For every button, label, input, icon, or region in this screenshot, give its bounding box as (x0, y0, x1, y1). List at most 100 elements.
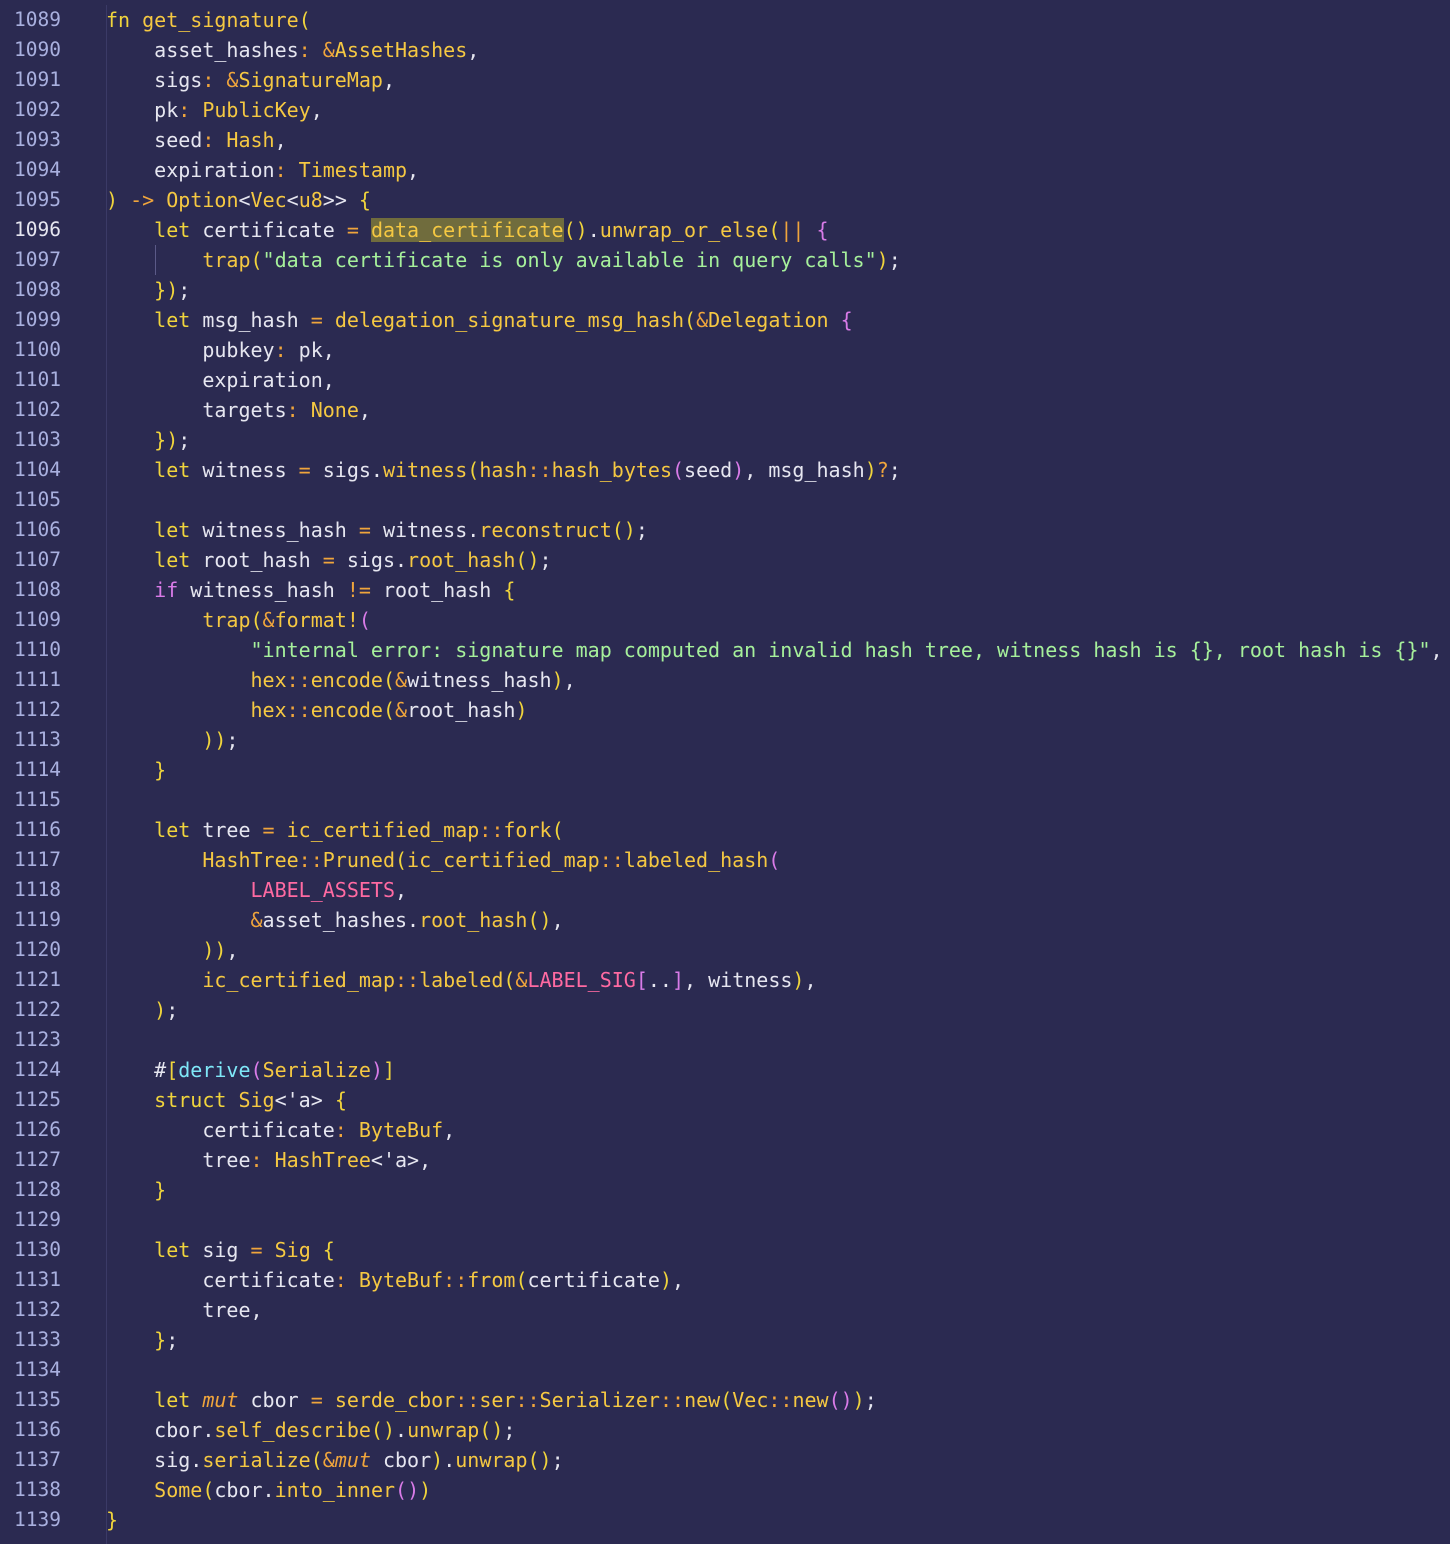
code-text[interactable]: LABEL_ASSETS, (106, 875, 408, 905)
code-line[interactable]: 1118 LABEL_ASSETS, (0, 875, 1450, 905)
code-text[interactable]: &asset_hashes.root_hash(), (106, 905, 564, 935)
code-line[interactable]: 1106 let witness_hash = witness.reconstr… (0, 515, 1450, 545)
code-line[interactable]: 1110 "internal error: signature map comp… (0, 635, 1450, 665)
code-line[interactable]: 1128 } (0, 1175, 1450, 1205)
code-line[interactable]: 1136 cbor.self_describe().unwrap(); (0, 1415, 1450, 1445)
code-line[interactable]: 1095) -> Option<Vec<u8>> { (0, 185, 1450, 215)
code-line[interactable]: 1133 }; (0, 1325, 1450, 1355)
code-line[interactable]: 1122 ); (0, 995, 1450, 1025)
code-text[interactable]: trap(&format!( (106, 605, 371, 635)
code-line[interactable]: 1100 pubkey: pk, (0, 335, 1450, 365)
code-text[interactable]: sig.serialize(&mut cbor).unwrap(); (106, 1445, 563, 1475)
code-line[interactable]: 1134 (0, 1355, 1450, 1385)
code-line[interactable]: 1130 let sig = Sig { (0, 1235, 1450, 1265)
code-text[interactable]: let sig = Sig { (106, 1235, 335, 1265)
code-line[interactable]: 1117 HashTree::Pruned(ic_certified_map::… (0, 845, 1450, 875)
code-line[interactable]: 1096 let certificate = data_certificate(… (0, 215, 1450, 245)
code-line[interactable]: 1139} (0, 1505, 1450, 1535)
code-text[interactable]: struct Sig<'a> { (106, 1085, 347, 1115)
code-text[interactable]: trap("data certificate is only available… (106, 245, 900, 275)
code-text[interactable]: HashTree::Pruned(ic_certified_map::label… (106, 845, 780, 875)
code-line[interactable]: 1097 trap("data certificate is only avai… (0, 245, 1450, 275)
code-text[interactable]: } (106, 1175, 166, 1205)
code-text[interactable]: expiration: Timestamp, (106, 155, 419, 185)
code-line[interactable]: 1121 ic_certified_map::labeled(&LABEL_SI… (0, 965, 1450, 995)
code-line[interactable]: 1112 hex::encode(&root_hash) (0, 695, 1450, 725)
code-text[interactable]: expiration, (106, 365, 334, 395)
code-text[interactable]: let root_hash = sigs.root_hash(); (106, 545, 551, 575)
code-text[interactable]: cbor.self_describe().unwrap(); (106, 1415, 515, 1445)
code-text[interactable]: targets: None, (106, 395, 371, 425)
code-line[interactable]: 1090 asset_hashes: &AssetHashes, (0, 35, 1450, 65)
code-text[interactable]: Some(cbor.into_inner()) (106, 1475, 431, 1505)
code-text[interactable]: let witness_hash = witness.reconstruct()… (106, 515, 648, 545)
code-text[interactable]: fn get_signature( (106, 5, 311, 35)
code-line[interactable]: 1114 } (0, 755, 1450, 785)
code-text[interactable]: ) -> Option<Vec<u8>> { (106, 185, 371, 215)
code-line[interactable]: 1107 let root_hash = sigs.root_hash(); (0, 545, 1450, 575)
code-line[interactable]: 1115 (0, 785, 1450, 815)
code-line[interactable]: 1131 certificate: ByteBuf::from(certific… (0, 1265, 1450, 1295)
code-line[interactable]: 1125 struct Sig<'a> { (0, 1085, 1450, 1115)
code-line[interactable]: 1094 expiration: Timestamp, (0, 155, 1450, 185)
code-line[interactable]: 1132 tree, (0, 1295, 1450, 1325)
code-text[interactable]: }); (106, 275, 190, 305)
code-line[interactable]: 1135 let mut cbor = serde_cbor::ser::Ser… (0, 1385, 1450, 1415)
code-text[interactable]: let certificate = data_certificate().unw… (106, 215, 829, 245)
code-line[interactable]: 1113 )); (0, 725, 1450, 755)
code-line[interactable]: 1108 if witness_hash != root_hash { (0, 575, 1450, 605)
code-editor[interactable]: 1089 fn get_signature(1090 asset_hashes: … (0, 0, 1450, 1544)
code-line[interactable]: 1109 trap(&format!( (0, 605, 1450, 635)
code-text[interactable]: seed: Hash, (106, 125, 286, 155)
code-line[interactable]: 1111 hex::encode(&witness_hash), (0, 665, 1450, 695)
code-line[interactable]: 1104 let witness = sigs.witness(hash::ha… (0, 455, 1450, 485)
code-text[interactable]: hex::encode(&witness_hash), (106, 665, 576, 695)
line-number: 1104 (14, 458, 61, 481)
code-line[interactable]: 1098 }); (0, 275, 1450, 305)
code-line[interactable]: 1105 (0, 485, 1450, 515)
code-line[interactable]: 1102 targets: None, (0, 395, 1450, 425)
code-text[interactable]: }); (106, 425, 190, 455)
code-text[interactable]: sigs: &SignatureMap, (106, 65, 395, 95)
code-text[interactable]: certificate: ByteBuf, (106, 1115, 455, 1145)
code-line[interactable]: 1103 }); (0, 425, 1450, 455)
code-text[interactable]: if witness_hash != root_hash { (106, 575, 515, 605)
code-text[interactable]: let msg_hash = delegation_signature_msg_… (106, 305, 852, 335)
code-text[interactable]: } (106, 1505, 118, 1535)
code-line[interactable]: 1120 )), (0, 935, 1450, 965)
code-line[interactable]: 1129 (0, 1205, 1450, 1235)
code-line[interactable]: 1119 &asset_hashes.root_hash(), (0, 905, 1450, 935)
code-text[interactable]: let witness = sigs.witness(hash::hash_by… (106, 455, 901, 485)
code-line[interactable]: 1092 pk: PublicKey, (0, 95, 1450, 125)
code-text[interactable]: ic_certified_map::labeled(&LABEL_SIG[..]… (106, 965, 816, 995)
code-line[interactable]: 1099 let msg_hash = delegation_signature… (0, 305, 1450, 335)
code-text[interactable]: let tree = ic_certified_map::fork( (106, 815, 563, 845)
code-text[interactable]: )); (106, 725, 238, 755)
code-line[interactable]: 1127 tree: HashTree<'a>, (0, 1145, 1450, 1175)
code-text[interactable]: hex::encode(&root_hash) (106, 695, 528, 725)
code-line[interactable]: 1138 Some(cbor.into_inner()) (0, 1475, 1450, 1505)
code-text[interactable]: pk: PublicKey, (106, 95, 323, 125)
code-text[interactable]: )), (106, 935, 238, 965)
line-number: 1114 (14, 758, 61, 781)
code-line[interactable]: 1116 let tree = ic_certified_map::fork( (0, 815, 1450, 845)
code-line[interactable]: 1091 sigs: &SignatureMap, (0, 65, 1450, 95)
code-text[interactable]: tree, (106, 1295, 262, 1325)
code-text[interactable]: "internal error: signature map computed … (106, 635, 1443, 665)
code-text[interactable]: tree: HashTree<'a>, (106, 1145, 431, 1175)
code-line[interactable]: 1089 fn get_signature( (0, 5, 1450, 35)
code-line[interactable]: 1137 sig.serialize(&mut cbor).unwrap(); (0, 1445, 1450, 1475)
code-line[interactable]: 1126 certificate: ByteBuf, (0, 1115, 1450, 1145)
code-text[interactable]: certificate: ByteBuf::from(certificate), (106, 1265, 684, 1295)
code-text[interactable]: #[derive(Serialize)] (106, 1055, 395, 1085)
code-text[interactable]: asset_hashes: &AssetHashes, (106, 35, 479, 65)
code-line[interactable]: 1101 expiration, (0, 365, 1450, 395)
code-text[interactable]: pubkey: pk, (106, 335, 334, 365)
code-line[interactable]: 1124 #[derive(Serialize)] (0, 1055, 1450, 1085)
code-text[interactable]: }; (106, 1325, 178, 1355)
code-text[interactable]: } (106, 755, 166, 785)
code-line[interactable]: 1123 (0, 1025, 1450, 1055)
code-text[interactable]: let mut cbor = serde_cbor::ser::Serializ… (106, 1385, 877, 1415)
code-text[interactable]: ); (106, 995, 178, 1025)
code-line[interactable]: 1093 seed: Hash, (0, 125, 1450, 155)
